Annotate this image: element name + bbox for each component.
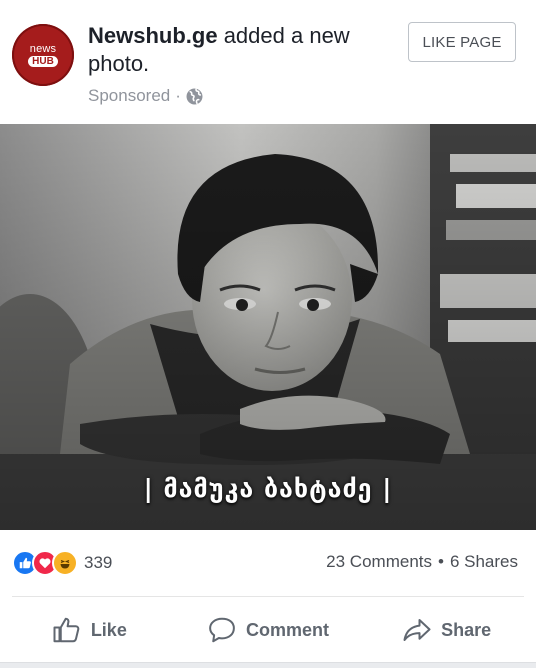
post-header: news HUB Newshub.ge added a new photo. S… bbox=[0, 0, 536, 124]
like-button[interactable]: Like bbox=[0, 604, 179, 656]
comments-shares: 23 Comments • 6 Shares bbox=[326, 552, 518, 572]
shares-count-link[interactable]: 6 Shares bbox=[450, 552, 518, 572]
share-label: Share bbox=[441, 619, 492, 640]
post-meta: Sponsored · bbox=[88, 86, 203, 106]
photo-caption: | მამუკა ბახტაძე | bbox=[143, 474, 393, 503]
thumbs-up-icon bbox=[53, 617, 80, 643]
page-name-link[interactable]: Newshub.ge bbox=[88, 23, 218, 48]
vintage-portrait-illustration bbox=[0, 124, 536, 530]
comment-icon bbox=[209, 617, 235, 643]
meta-separator: · bbox=[175, 86, 181, 105]
avatar[interactable]: news HUB bbox=[12, 24, 74, 86]
sponsored-label[interactable]: Sponsored bbox=[88, 86, 170, 106]
stats-separator: • bbox=[438, 552, 444, 571]
post-title: Newshub.ge added a new photo. bbox=[88, 22, 388, 78]
comment-button[interactable]: Comment bbox=[179, 604, 358, 656]
comments-count-link[interactable]: 23 Comments bbox=[326, 552, 432, 572]
comment-label: Comment bbox=[246, 619, 330, 640]
avatar-logo-text-bottom: HUB bbox=[28, 55, 58, 67]
divider bbox=[12, 596, 524, 597]
like-label: Like bbox=[90, 619, 127, 640]
like-page-button[interactable]: LIKE PAGE bbox=[408, 22, 516, 62]
post-stats: 339 23 Comments • 6 Shares bbox=[0, 540, 536, 588]
reaction-count: 339 bbox=[84, 553, 113, 572]
globe-icon[interactable] bbox=[186, 87, 203, 105]
post-photo[interactable] bbox=[0, 124, 536, 530]
avatar-logo-text-top: news bbox=[29, 42, 57, 55]
reactions-summary[interactable]: 339 bbox=[12, 550, 112, 576]
share-arrow-icon bbox=[403, 619, 431, 641]
share-button[interactable]: Share bbox=[357, 604, 536, 656]
post-actions: Like Comment Share bbox=[0, 604, 536, 656]
news-feed-post: news HUB Newshub.ge added a new photo. S… bbox=[0, 0, 536, 663]
haha-reaction-icon bbox=[52, 550, 78, 576]
